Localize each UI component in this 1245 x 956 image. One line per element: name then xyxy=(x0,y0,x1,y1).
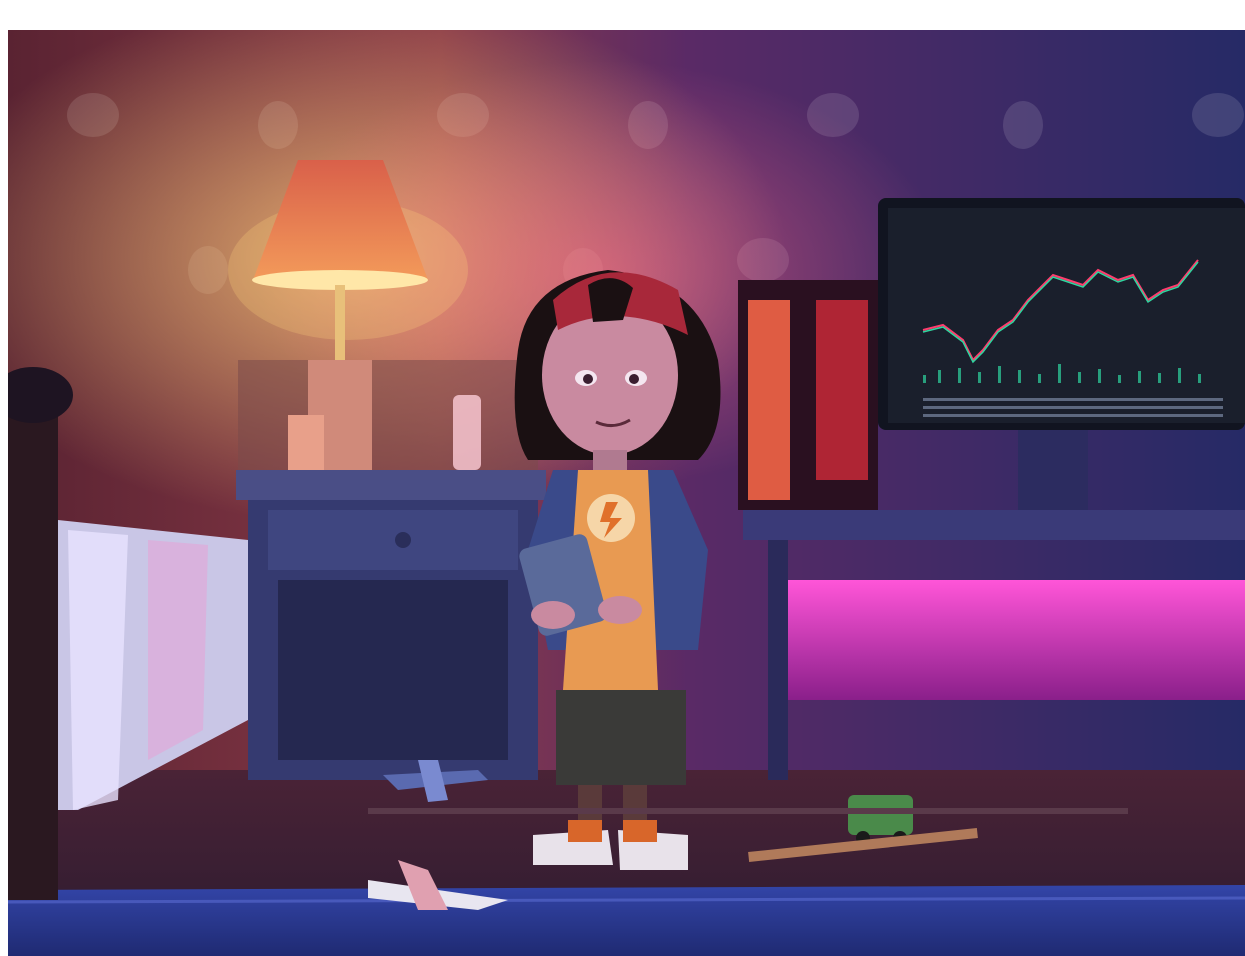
bedroom-scene-image xyxy=(8,30,1245,956)
bottle xyxy=(453,395,481,470)
led-strip xyxy=(788,580,1245,700)
floor-rail xyxy=(368,808,1128,814)
gaming-pc xyxy=(738,280,878,510)
wainscot-panel xyxy=(238,360,538,470)
cup xyxy=(288,415,324,470)
rug xyxy=(8,885,1245,956)
nightstand xyxy=(236,470,546,780)
